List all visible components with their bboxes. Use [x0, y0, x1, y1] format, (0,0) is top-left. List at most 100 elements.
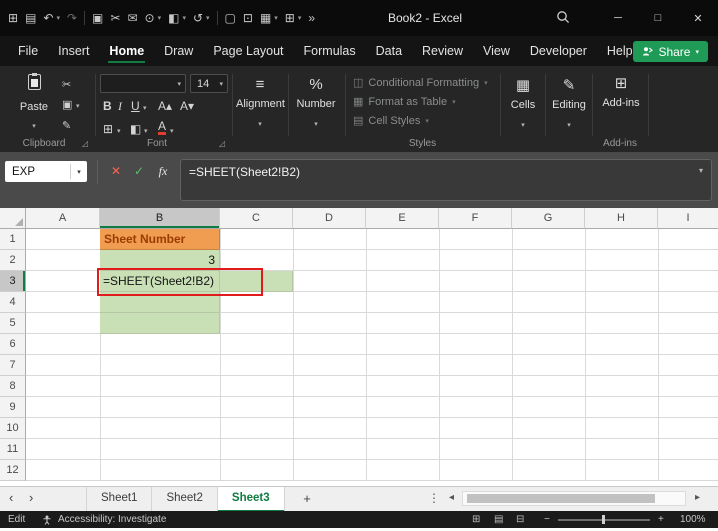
redo-icon[interactable]: ↷ [67, 12, 77, 24]
format-painter-icon[interactable]: ◧ [168, 12, 179, 24]
column-header-i[interactable]: I [658, 208, 718, 229]
cells-area[interactable]: Sheet Number 3 =SHEET(Sheet2!B2) [26, 229, 718, 481]
repeat-chevron-icon[interactable]: ▾ [206, 14, 210, 22]
page-break-view-icon[interactable]: ⊟ [516, 511, 524, 528]
sheet-tab-sheet2[interactable]: Sheet2 [152, 487, 218, 512]
fill-color-button[interactable]: ◧ [130, 122, 141, 136]
new-sheet-button[interactable]: + [296, 487, 318, 512]
row-header-8[interactable]: 8 [0, 376, 26, 397]
table-chevron-icon[interactable]: ▾ [298, 14, 302, 22]
tab-review[interactable]: Review [412, 36, 473, 66]
italic-button[interactable]: I [118, 99, 122, 114]
row-header-3[interactable]: 3 [0, 271, 26, 292]
share-button[interactable]: Share ▾ [633, 41, 708, 62]
tab-page-layout[interactable]: Page Layout [203, 36, 293, 66]
scrollbar-thumb[interactable] [467, 494, 655, 503]
zoom-out-button[interactable]: − [544, 511, 550, 528]
name-box[interactable]: EXP ▾ [5, 161, 87, 182]
repeat-icon[interactable]: ↺ [193, 12, 203, 24]
tab-developer[interactable]: Developer [520, 36, 597, 66]
table-icon[interactable]: ⊞ [285, 12, 295, 24]
previous-sheet-icon[interactable]: ‹ [9, 490, 13, 505]
sheet-tab-sheet1[interactable]: Sheet1 [86, 487, 153, 512]
conditional-formatting-button[interactable]: ◫ Conditional Formatting ▾ [353, 76, 488, 90]
copy-button[interactable]: ▣ [62, 98, 72, 111]
underline-chevron-icon[interactable]: ▾ [143, 104, 147, 112]
font-color-button[interactable]: A [158, 120, 167, 135]
font-size-combobox[interactable]: 14 ▾ [190, 74, 228, 93]
sheet-tab-sheet3[interactable]: Sheet3 [217, 487, 285, 512]
tab-view[interactable]: View [473, 36, 520, 66]
zoom-in-button[interactable]: + [658, 511, 664, 528]
zoom-slider-thumb[interactable] [602, 515, 605, 524]
more-commands-icon[interactable]: » [308, 12, 315, 24]
row-header-7[interactable]: 7 [0, 355, 26, 376]
column-header-a[interactable]: A [26, 208, 100, 229]
new-document-icon[interactable]: ▢ [225, 12, 236, 24]
copy-icon[interactable]: ▣ [92, 12, 103, 24]
next-sheet-icon[interactable]: › [29, 490, 33, 505]
accessibility-status[interactable]: Accessibility: Investigate [58, 511, 166, 528]
fill-color-chevron-icon[interactable]: ▾ [144, 127, 148, 135]
column-header-h[interactable]: H [585, 208, 658, 229]
column-header-g[interactable]: G [512, 208, 585, 229]
format-painter-button[interactable]: ✎ [62, 119, 71, 132]
zoom-level[interactable]: 100% [680, 511, 706, 528]
row-header-4[interactable]: 4 [0, 292, 26, 313]
row-header-5[interactable]: 5 [0, 313, 26, 334]
normal-view-icon[interactable]: ⊞ [472, 511, 480, 528]
camera-icon[interactable]: ⊡ [243, 12, 253, 24]
select-all-button[interactable] [0, 208, 26, 229]
row-header-9[interactable]: 9 [0, 397, 26, 418]
zoom-slider[interactable] [558, 515, 650, 524]
email-icon[interactable]: ✉ [127, 12, 137, 24]
app-grid-icon[interactable]: ⊞ [8, 12, 18, 24]
cancel-button[interactable]: ✕ [106, 161, 126, 181]
column-header-b[interactable]: B [100, 208, 220, 229]
alignment-button[interactable]: ≡ Alignment ▾ [236, 76, 285, 131]
font-color-chevron-icon[interactable]: ▾ [170, 127, 174, 135]
name-box-chevron-icon[interactable]: ▾ [71, 168, 87, 176]
column-header-c[interactable]: C [220, 208, 293, 229]
search-icon[interactable] [556, 10, 574, 26]
fill-color-chevron-icon[interactable]: ▾ [158, 14, 162, 22]
font-name-combobox[interactable]: ▾ [100, 74, 186, 93]
row-header-1[interactable]: 1 [0, 229, 26, 250]
underline-button[interactable]: U [131, 99, 140, 113]
page-layout-view-icon[interactable]: ▤ [494, 511, 503, 528]
increase-font-button[interactable]: A▴ [158, 99, 172, 113]
borders-chevron-icon[interactable]: ▾ [274, 14, 278, 22]
bold-button[interactable]: B [103, 99, 112, 113]
maximize-button[interactable]: □ [638, 0, 678, 36]
cell-B5[interactable] [100, 313, 220, 334]
fill-color-icon[interactable]: ⊙ [145, 12, 155, 24]
borders-icon[interactable]: ▦ [260, 12, 271, 24]
expand-formula-bar-icon[interactable]: ▾ [699, 166, 703, 175]
format-as-table-button[interactable]: ▦ Format as Table ▾ [353, 95, 456, 109]
minimize-button[interactable]: ─ [598, 0, 638, 36]
row-header-6[interactable]: 6 [0, 334, 26, 355]
enter-button[interactable]: ✓ [129, 161, 149, 181]
copy-chevron-icon[interactable]: ▾ [76, 102, 80, 110]
borders-chevron-icon[interactable]: ▾ [117, 127, 121, 135]
undo-chevron-icon[interactable]: ▾ [56, 14, 60, 22]
borders-button[interactable]: ⊞ [103, 122, 113, 136]
editing-button[interactable]: ✎ Editing ▾ [548, 76, 590, 132]
cut-button[interactable]: ✂ [62, 78, 71, 91]
tab-home[interactable]: Home [99, 36, 154, 66]
cell-styles-button[interactable]: ▤ Cell Styles ▾ [353, 114, 429, 128]
row-header-10[interactable]: 10 [0, 418, 26, 439]
undo-icon[interactable]: ↶ [43, 12, 53, 24]
clipboard-dialog-launcher-icon[interactable]: ◿ [82, 139, 88, 148]
insert-function-button[interactable]: fx [152, 161, 174, 181]
scrollbar-split-icon[interactable]: ⋮ [428, 491, 440, 505]
paste-button[interactable]: Paste ▾ [12, 73, 56, 133]
row-header-2[interactable]: 2 [0, 250, 26, 271]
number-button[interactable]: % Number ▾ [292, 76, 340, 131]
column-header-e[interactable]: E [366, 208, 439, 229]
add-ins-button[interactable]: ⊞ Add-ins [598, 74, 644, 112]
tab-data[interactable]: Data [366, 36, 412, 66]
row-header-11[interactable]: 11 [0, 439, 26, 460]
horizontal-scrollbar[interactable] [462, 491, 686, 506]
decrease-font-button[interactable]: A▾ [180, 99, 194, 113]
